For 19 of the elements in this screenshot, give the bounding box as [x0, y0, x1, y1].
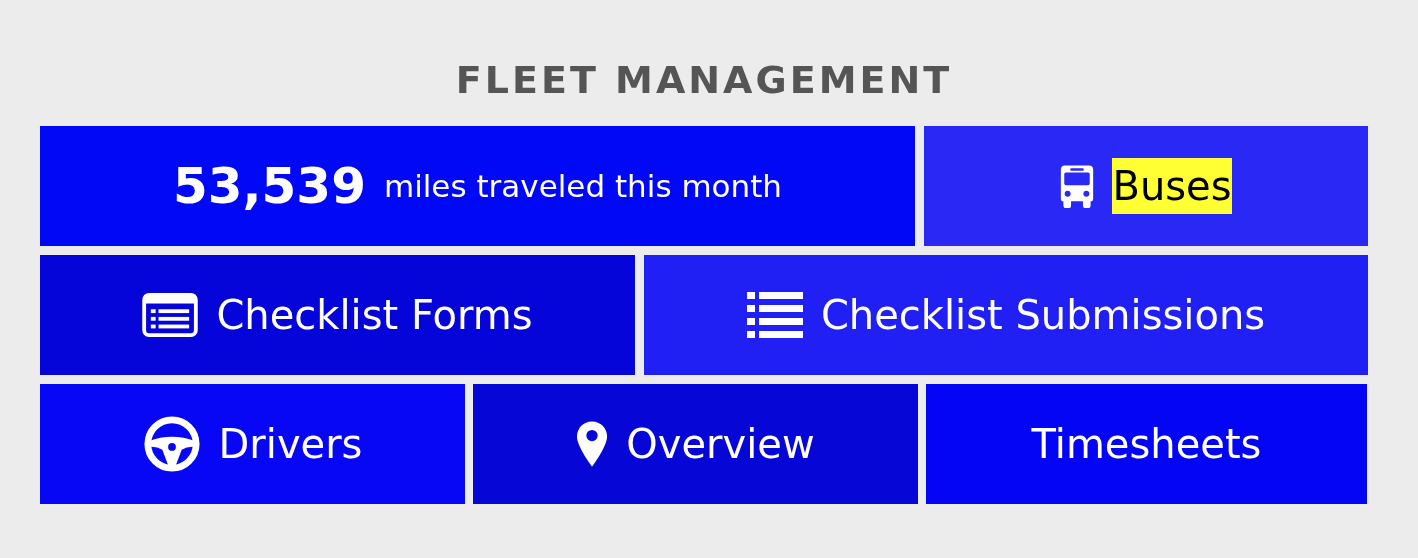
tile-label: Checklist Submissions: [820, 291, 1266, 340]
tile-label: Drivers: [218, 420, 363, 469]
tile-label: Timesheets: [1031, 420, 1262, 469]
nav-tile[interactable]: Buses: [924, 126, 1368, 246]
stat-value: 53,539: [173, 157, 366, 215]
tile-label: Buses: [1112, 158, 1232, 214]
stat-label: miles traveled this month: [383, 168, 782, 204]
map-pin-icon: [576, 420, 609, 468]
nav-tile[interactable]: Checklist Forms: [40, 255, 635, 375]
page-title: FLEET MANAGEMENT: [454, 58, 954, 102]
form-icon: [142, 293, 199, 337]
steering-wheel-icon: [142, 415, 201, 473]
nav-tile[interactable]: Drivers: [40, 384, 465, 504]
nav-tile[interactable]: Overview: [473, 384, 918, 504]
tile-label: Overview: [626, 420, 815, 469]
nav-tile[interactable]: Timesheets: [926, 384, 1367, 504]
tile-label: Checklist Forms: [216, 291, 533, 340]
list-icon: [746, 292, 803, 338]
nav-tile[interactable]: Checklist Submissions: [644, 255, 1368, 375]
